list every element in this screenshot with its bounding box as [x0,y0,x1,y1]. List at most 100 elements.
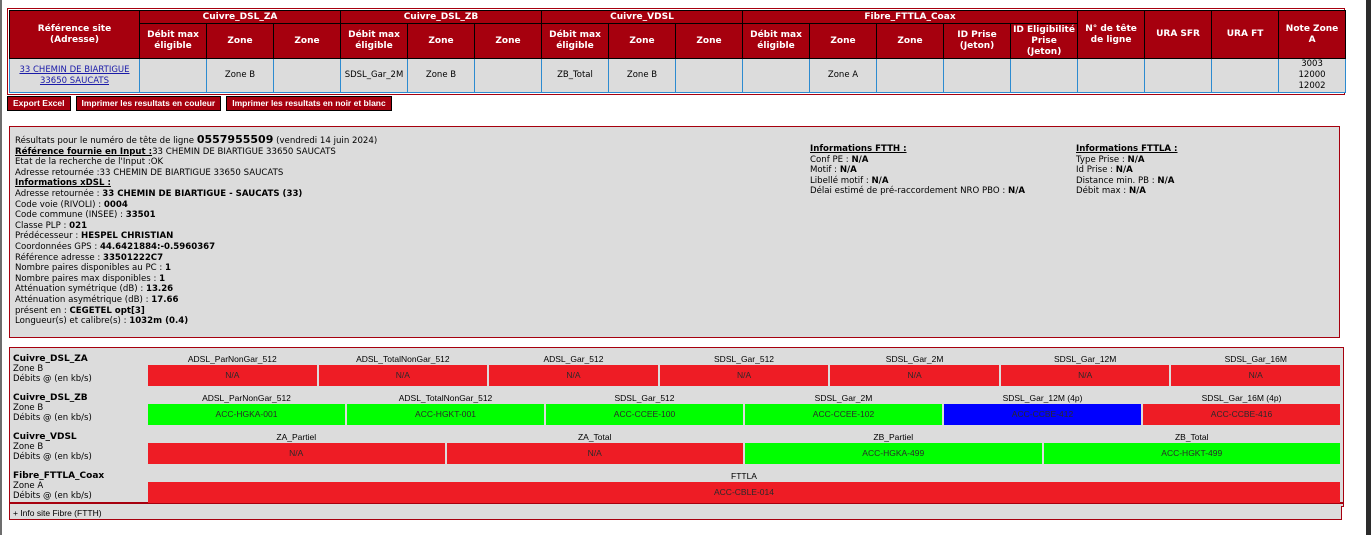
tech-name: Cuivre_DSL_ZA [13,354,88,364]
offer-cells: ADSL_ParNonGar_512 N/A ADSL_TotalNonGar_51… [148,354,1341,386]
offer-cell: SDSL_Gar_16M (4p) ACC-CCBE-416 [1143,393,1340,425]
offer-title: SDSL_Gar_16M (4p) [1201,393,1282,403]
info-row: présent en : CEGETEL opt[3] [15,306,715,317]
header-id-eligibilite-prise: ID Eligibilité Prise (Jeton) [1009,23,1079,59]
offer-cell: ADSL_ParNonGar_512 ACC-HGKA-001 [148,393,345,425]
info-row: Distance min. PB : N/A [1076,176,1316,187]
info-panel: Résultats pour le numéro de tête de lign… [9,126,1340,338]
tech-zone: Zone A [13,481,44,491]
info-label: Code voie (RIVOLI) : [15,199,104,210]
table-row: 33 CHEMIN DE BIARTIGUE 33650 SAUCATS Zone… [9,58,1347,93]
info-label: Distance min. PB : [1076,175,1158,186]
header-zone: Zone [608,23,676,59]
header-tete-ligne: N° de tête de ligne [1077,10,1146,59]
offer-cell: SDSL_Gar_2M N/A [830,354,999,386]
info-label: Type Prise : [1076,154,1128,165]
info-row: Référence adresse : 33501222C7 [15,253,715,264]
info-value: 021 [69,220,88,231]
offer-status-red: N/A [148,443,445,464]
info-value: N/A [1008,186,1026,197]
info-value: 0004 [103,199,128,210]
header-debit-max: Débit max éligible [139,23,207,59]
header-id-prise: ID Prise (Jeton) [943,23,1011,59]
tech-zone: Zone B [13,442,44,452]
info-row: Prédécesseur : HESPEL CHRISTIAN [15,231,715,242]
offer-title: ADSL_ParNonGar_512 [202,393,291,403]
offer-status-green: ACC-HGKT-499 [1043,443,1340,464]
info-label: Id Prise : [1076,165,1116,176]
info-site-fibre-toggle[interactable]: + Info site Fibre (FTTH) [9,506,1342,520]
table-cell: Zone B [206,58,274,93]
info-label: Débit max : [1076,186,1129,197]
offer-cell: SDSL_Gar_16M N/A [1171,354,1341,386]
offer-title: ADSL_Gar_512 [543,354,604,364]
results-table: Référence site (Adresse) Cuivre_DSL_ZA C… [9,10,1347,93]
info-row: Débit max : N/A [1076,186,1316,197]
xdsl-header: Informations xDSL : [15,178,111,189]
info-label: Atténuation asymétrique (dB) : [15,294,152,305]
info-label: présent en : [15,305,70,316]
offer-status-red: N/A [446,443,743,464]
debits-panel: Cuivre_DSL_ZA Zone B Débits @ (en kb/s) ADS… [9,347,1344,507]
header-group-fttla: Fibre_FTTLA_Coax [741,10,1079,24]
info-row: Type Prise : N/A [1076,155,1316,166]
info-row: Id Prise : N/A [1076,165,1316,176]
info-label: Coordonnées GPS : [15,241,100,252]
action-buttons: Export Excel Imprimer les resultats en c… [7,96,392,111]
offer-status-red: ACC-CBLE-014 [148,482,1340,503]
header-zone: Zone [675,23,743,59]
offer-status-red: N/A [489,365,658,386]
export-excel-button[interactable]: Export Excel [7,96,71,111]
info-row: Atténuation symétrique (dB) : 13.26 [15,284,715,295]
info-row: Nombre paires max disponibles : 1 [15,274,715,285]
table-cell [1144,58,1213,93]
fttla-header: Informations FTTLA : [1076,144,1178,154]
info-label: Prédécesseur : [15,231,81,242]
offer-status-green: ACC-HGKT-001 [347,404,544,425]
offer-status-red: ACC-CCBE-416 [1143,404,1340,425]
info-value: N/A [1128,186,1146,197]
info-label: Conf PE : [810,154,852,165]
offer-status-green: ACC-CCEE-100 [546,404,743,425]
offer-title: ZB_Total [1174,432,1209,442]
ftth-info-list: Conf PE : N/A Motif : N/A Libellé motif : … [810,155,1050,197]
offer-cell: ADSL_ParNonGar_512 N/A [148,354,317,386]
header-zone: Zone [474,23,542,59]
info-value: 33501222C7 [102,252,164,263]
print-bw-button[interactable]: Imprimer les resultats en noir et blanc [226,96,392,111]
info-row: Motif : N/A [810,165,1050,176]
returned-address: Adresse retournée :33 CHEMIN DE BIARTIGU… [15,167,284,178]
offer-title: SDSL_Gar_2M [814,393,873,403]
input-reference: Référence fournie en Input :33 CHEMIN DE… [15,146,336,157]
header-zone: Zone [206,23,274,59]
info-row: Code commune (INSEE) : 33501 [15,210,715,221]
results-table-container: Référence site (Adresse) Cuivre_DSL_ZA C… [7,8,1347,95]
info-label: Classe PLP : [15,220,70,231]
info-value: 13.26 [145,284,174,295]
info-value: N/A [1157,175,1175,186]
info-label: Nombre paires disponibles au PC : [15,263,166,274]
offer-cell: ADSL_Gar_512 N/A [489,354,658,386]
tech-unit: Débits @ (en kb/s) [13,374,92,384]
info-label: Longueur(s) et calibre(s) : [15,316,130,327]
header-zone: Zone [809,23,877,59]
offer-title: ADSL_TotalNonGar_512 [356,354,450,364]
offer-cell: SDSL_Gar_2M ACC-CCEE-102 [745,393,942,425]
offer-cells: ZA_Partiel N/A ZA_Total N/A ZB_Partiel ACC-HG… [148,432,1340,464]
offer-cell: ADSL_TotalNonGar_512 ACC-HGKT-001 [347,393,544,425]
offer-cell: SDSL_Gar_12M (4p) ACC-CCBE-412 [944,393,1141,425]
info-value: N/A [851,154,869,165]
header-zone: Zone [407,23,475,59]
offer-title: SDSL_Gar_12M (4p) [1002,393,1083,403]
offer-cell: ZA_Partiel N/A [148,432,445,464]
offer-title: SDSL_Gar_16M [1224,354,1287,364]
info-label: Motif : [810,165,840,176]
info-value: N/A [839,165,857,176]
address-link[interactable]: 33 CHEMIN DE BIARTIGUE 33650 SAUCATS [19,65,129,86]
print-color-button[interactable]: Imprimer les resultats en couleur [75,96,222,111]
offer-status-red: N/A [830,365,999,386]
offer-title: ZB_Partiel [873,432,914,442]
table-cell [139,58,207,93]
table-cell [742,58,810,93]
result-date: (vendredi 14 juin 2024) [276,136,378,146]
